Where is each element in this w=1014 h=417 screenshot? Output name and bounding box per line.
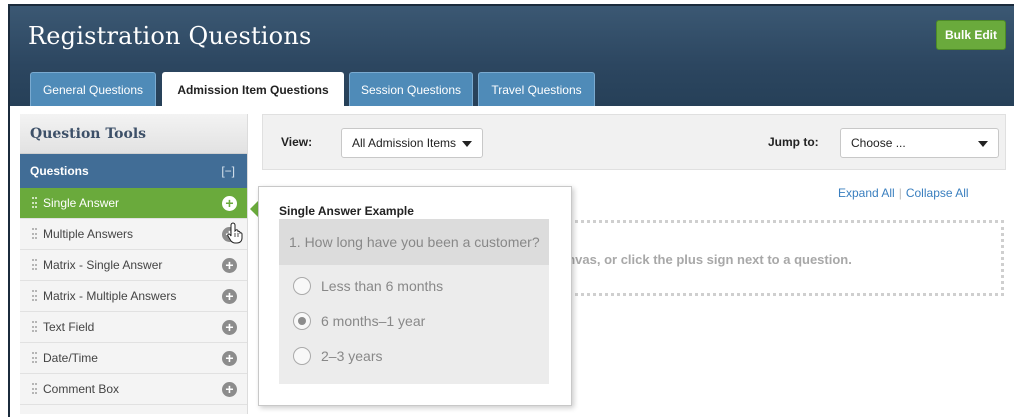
hand-pointer-icon bbox=[227, 222, 243, 244]
drag-handle-icon[interactable] bbox=[32, 383, 37, 394]
caret-down-icon bbox=[462, 141, 472, 147]
expand-all-link[interactable]: Expand All bbox=[838, 186, 895, 200]
jump-to-select-value: Choose ... bbox=[851, 136, 906, 150]
bulk-edit-button[interactable]: Bulk Edit bbox=[936, 20, 1006, 50]
popover-title: Single Answer Example bbox=[279, 204, 414, 218]
tab-session-questions[interactable]: Session Questions bbox=[349, 72, 473, 106]
tab-general-questions[interactable]: General Questions bbox=[30, 72, 156, 106]
question-type-label: Matrix - Multiple Answers bbox=[43, 289, 177, 303]
view-select-value: All Admission Items bbox=[352, 136, 457, 150]
question-type-label: Single Answer bbox=[43, 196, 120, 210]
question-type-text-field[interactable]: Text Field + bbox=[20, 312, 247, 343]
example-option-label: 6 months–1 year bbox=[321, 313, 426, 329]
drag-handle-icon[interactable] bbox=[32, 352, 37, 363]
example-option: 6 months–1 year bbox=[293, 312, 425, 330]
drag-handle-icon[interactable] bbox=[32, 321, 37, 332]
drag-handle-icon[interactable] bbox=[32, 259, 37, 270]
page-header: Registration Questions Bulk Edit General… bbox=[10, 6, 1014, 107]
question-type-label: Date/Time bbox=[43, 351, 98, 365]
question-type-date-time[interactable]: Date/Time + bbox=[20, 343, 247, 374]
collapse-toggle[interactable]: [−] bbox=[221, 154, 235, 188]
jump-to-label: Jump to: bbox=[768, 135, 819, 149]
question-type-matrix-single-answer[interactable]: Matrix - Single Answer + bbox=[20, 250, 247, 281]
jump-to-select[interactable]: Choose ... bbox=[840, 128, 999, 158]
collapse-all-link[interactable]: Collapse All bbox=[906, 186, 969, 200]
drag-handle-icon[interactable] bbox=[32, 197, 37, 208]
question-type-multiple-answers[interactable]: Multiple Answers + bbox=[20, 219, 247, 250]
plus-circle-icon[interactable]: + bbox=[222, 351, 237, 366]
plus-circle-icon[interactable]: + bbox=[222, 382, 237, 397]
radio-unchecked-icon bbox=[293, 277, 311, 295]
drag-handle-icon[interactable] bbox=[32, 290, 37, 301]
link-divider: | bbox=[898, 186, 902, 200]
questions-section-header[interactable]: Questions [−] bbox=[20, 154, 247, 188]
example-option: 2–3 years bbox=[293, 347, 382, 365]
example-question-text: 1. How long have you been a customer? bbox=[279, 219, 549, 265]
example-option-label: 2–3 years bbox=[321, 348, 383, 364]
drag-handle-icon[interactable] bbox=[32, 228, 37, 239]
question-type-label: Multiple Answers bbox=[43, 227, 134, 241]
radio-checked-icon bbox=[293, 312, 311, 330]
question-type-single-answer[interactable]: Single Answer + bbox=[20, 188, 247, 219]
question-type-label: Text Field bbox=[43, 320, 95, 334]
questions-section-label: Questions bbox=[30, 164, 89, 178]
plus-circle-icon[interactable]: + bbox=[222, 289, 237, 304]
example-option: Less than 6 months bbox=[293, 277, 443, 295]
caret-down-icon bbox=[978, 141, 988, 147]
plus-circle-icon[interactable]: + bbox=[222, 196, 237, 211]
view-toolbar: View: All Admission Items Jump to: Choos… bbox=[262, 114, 1006, 170]
canvas-hint: anvas, or click the plus sign next to a … bbox=[560, 252, 852, 267]
expand-collapse-links: Expand All | Collapse All bbox=[838, 186, 969, 200]
popover-arrow bbox=[250, 201, 258, 217]
view-select[interactable]: All Admission Items bbox=[341, 128, 483, 158]
example-option-label: Less than 6 months bbox=[321, 278, 444, 294]
tab-admission-item-questions[interactable]: Admission Item Questions bbox=[162, 72, 344, 107]
question-tools-sidebar: Question Tools Questions [−] Single Answ… bbox=[20, 114, 248, 414]
plus-circle-icon[interactable]: + bbox=[222, 320, 237, 335]
tab-travel-questions[interactable]: Travel Questions bbox=[478, 72, 595, 106]
question-type-matrix-multiple-answers[interactable]: Matrix - Multiple Answers + bbox=[20, 281, 247, 312]
example-question-box: 1. How long have you been a customer? Le… bbox=[279, 219, 549, 384]
radio-unchecked-icon bbox=[293, 347, 311, 365]
question-type-comment-box[interactable]: Comment Box + bbox=[20, 374, 247, 405]
plus-circle-icon[interactable]: + bbox=[222, 258, 237, 273]
page-title: Registration Questions bbox=[28, 22, 312, 50]
sidebar-title: Question Tools bbox=[20, 114, 247, 154]
question-type-label: Matrix - Single Answer bbox=[43, 258, 163, 272]
question-preview-popover: Single Answer Example 1. How long have y… bbox=[258, 186, 572, 406]
question-type-label: Comment Box bbox=[43, 382, 120, 396]
view-label: View: bbox=[281, 135, 313, 149]
